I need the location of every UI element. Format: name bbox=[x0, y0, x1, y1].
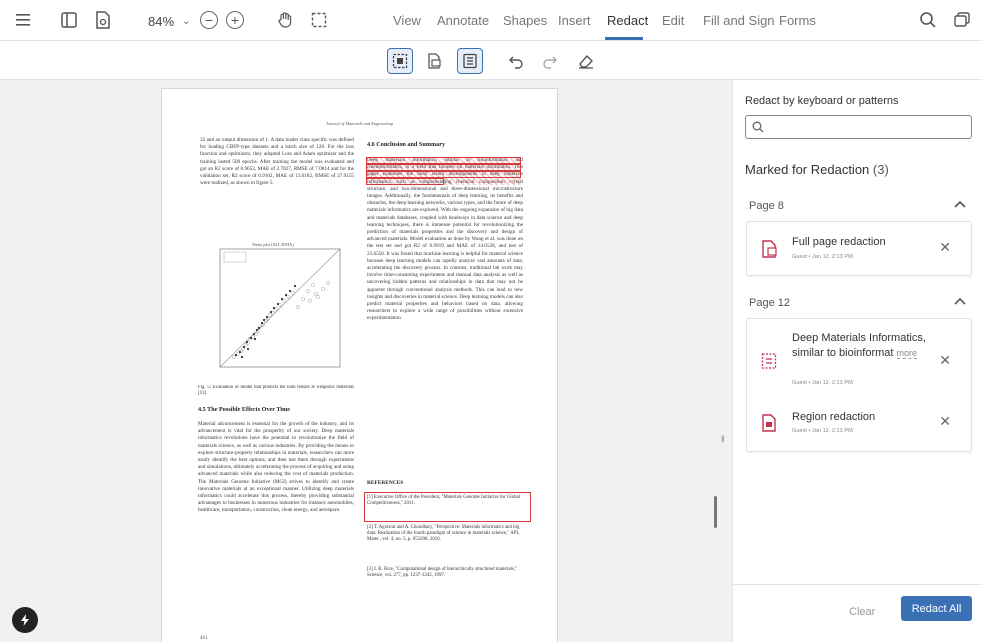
section-45-text: Material advancement is essential for th… bbox=[198, 421, 354, 514]
assistant-badge[interactable] bbox=[12, 607, 38, 633]
search-icon bbox=[752, 121, 764, 133]
search-icon[interactable] bbox=[917, 9, 939, 31]
chart-title: Parity plot (ALL DATA) bbox=[252, 242, 294, 247]
tab-annotate[interactable]: Annotate bbox=[437, 13, 489, 28]
redaction-outline-line-3[interactable] bbox=[366, 171, 521, 178]
redaction-item-title: Full page redaction bbox=[792, 236, 886, 248]
panel-footer: Clear Redact All bbox=[733, 584, 982, 642]
undo-icon bbox=[509, 56, 523, 69]
zoom-out-button[interactable]: − bbox=[200, 11, 218, 29]
zoom-select[interactable]: 84% ⌄ bbox=[140, 10, 194, 32]
hand-icon bbox=[278, 12, 292, 28]
page-redact-icon bbox=[428, 53, 441, 69]
chevron-down-icon: ⌄ bbox=[182, 15, 191, 27]
tab-redact[interactable]: Redact bbox=[607, 13, 648, 28]
marked-title-text: Marked for Redaction bbox=[745, 162, 870, 177]
redact-toolbar bbox=[0, 41, 982, 80]
vertical-scrollbar-thumb[interactable] bbox=[714, 496, 717, 528]
search-label: Redact by keyboard or patterns bbox=[745, 95, 899, 107]
marked-for-redaction-title: Marked for Redaction (3) bbox=[745, 162, 889, 177]
lightning-icon bbox=[21, 614, 29, 626]
eraser-button[interactable] bbox=[573, 48, 599, 74]
redaction-item-meta: Guest • Jan 12, 2:13 PM bbox=[792, 428, 853, 434]
references-title: REFERENCES bbox=[367, 480, 404, 486]
selection-icon bbox=[311, 12, 327, 28]
tab-insert[interactable]: Insert bbox=[558, 13, 591, 28]
redaction-outline-line-4[interactable] bbox=[366, 178, 444, 185]
redaction-item-region[interactable]: Region redaction Guest • Jan 12, 2:13 PM… bbox=[747, 397, 971, 453]
redaction-outline-line-1[interactable] bbox=[366, 157, 521, 164]
redact-region-button[interactable] bbox=[387, 48, 413, 74]
clear-button[interactable]: Clear bbox=[849, 606, 875, 618]
page-number: 461 bbox=[200, 636, 208, 641]
chevron-up-icon[interactable] bbox=[954, 199, 966, 211]
panel-resize-handle[interactable]: ‖ bbox=[721, 434, 725, 444]
pdf-page[interactable]: Journal of Materials and Engineering 32 … bbox=[161, 88, 558, 642]
parity-plot-figure: Parity plot (ALL DATA) bbox=[219, 242, 341, 368]
marked-count: (3) bbox=[872, 162, 889, 177]
remove-redaction-icon[interactable]: ✕ bbox=[939, 413, 951, 430]
page-redaction-icon bbox=[762, 240, 777, 258]
region-redact-icon bbox=[392, 53, 408, 69]
zoom-in-button[interactable]: + bbox=[226, 11, 244, 29]
document-settings-icon[interactable] bbox=[92, 9, 114, 31]
region-redaction-box[interactable] bbox=[364, 492, 531, 522]
section-46-text: Deep Materials Informatics, similar to b… bbox=[367, 157, 523, 322]
sidebar-toggle-icon[interactable] bbox=[58, 9, 80, 31]
redaction-item-title: Deep Materials Informatics, similar to b… bbox=[792, 331, 932, 361]
eraser-icon bbox=[579, 54, 593, 69]
figure-caption: Fig. 5: Evaluation of model that predict… bbox=[198, 385, 354, 396]
undo-button[interactable] bbox=[503, 48, 529, 74]
redact-all-button[interactable]: Redact All bbox=[901, 596, 972, 621]
document-viewer[interactable]: Journal of Materials and Engineering 32 … bbox=[0, 80, 732, 642]
tab-fill-and-sign[interactable]: Fill and Sign bbox=[703, 13, 775, 28]
redo-button[interactable] bbox=[537, 48, 563, 74]
redact-text-button[interactable] bbox=[457, 48, 483, 74]
remove-redaction-icon[interactable]: ✕ bbox=[939, 239, 951, 256]
redaction-item-meta: Guest • Jan 12, 2:13 PM bbox=[792, 254, 853, 260]
comments-panel-icon[interactable] bbox=[951, 9, 973, 31]
tab-shapes[interactable]: Shapes bbox=[503, 13, 547, 28]
redaction-item-text[interactable]: Deep Materials Informatics, similar to b… bbox=[747, 319, 971, 397]
zoom-value: 84% bbox=[148, 13, 175, 29]
running-header: Journal of Materials and Engineering bbox=[326, 121, 393, 126]
pan-tool-button[interactable] bbox=[274, 9, 296, 31]
section-45-title: 4.5 The Possible Effects Over Time bbox=[198, 406, 291, 413]
text-redact-icon bbox=[463, 53, 477, 69]
search-input[interactable] bbox=[745, 115, 972, 139]
section-46-title: 4.6 Conclusion and Summary bbox=[367, 141, 446, 148]
tab-forms[interactable]: Forms bbox=[779, 13, 816, 28]
text-redaction-icon bbox=[761, 353, 777, 369]
left-column-intro: 32 and an output dimension of 1. A data … bbox=[200, 137, 354, 187]
redo-icon bbox=[543, 56, 557, 69]
redact-page-button[interactable] bbox=[421, 48, 447, 74]
reference-2: [2] T. Agrawal and A. Choudhary, "Perspe… bbox=[367, 525, 520, 543]
active-tab-indicator bbox=[605, 37, 643, 40]
reference-3: [3] J. R. Rice, "Computational design of… bbox=[367, 567, 517, 579]
hamburger-menu-icon[interactable] bbox=[12, 9, 34, 31]
group-page-12-label[interactable]: Page 12 bbox=[749, 297, 790, 309]
redaction-item-title: Region redaction bbox=[792, 411, 876, 423]
tab-edit[interactable]: Edit bbox=[662, 13, 684, 28]
tab-view[interactable]: View bbox=[393, 13, 421, 28]
redaction-item-meta: Guest • Jan 12, 2:13 PM bbox=[792, 380, 853, 386]
redaction-panel: Redact by keyboard or patterns Marked fo… bbox=[732, 80, 982, 642]
more-link[interactable]: more bbox=[896, 348, 918, 359]
plus-icon: + bbox=[230, 12, 240, 28]
region-redaction-icon bbox=[762, 414, 776, 432]
remove-redaction-icon[interactable]: ✕ bbox=[939, 352, 951, 369]
marquee-select-button[interactable] bbox=[308, 9, 330, 31]
group-page-8-label[interactable]: Page 8 bbox=[749, 200, 784, 212]
chevron-up-icon[interactable] bbox=[954, 296, 966, 308]
redaction-item-full-page[interactable]: Full page redaction Guest • Jan 12, 2:13… bbox=[746, 221, 972, 276]
redaction-outline-line-2[interactable] bbox=[366, 164, 521, 171]
redaction-group-page-12: Deep Materials Informatics, similar to b… bbox=[746, 318, 972, 452]
minus-icon: − bbox=[204, 12, 214, 28]
top-toolbar: 84% ⌄ − + View Annotate Shapes Insert Re… bbox=[0, 0, 982, 41]
